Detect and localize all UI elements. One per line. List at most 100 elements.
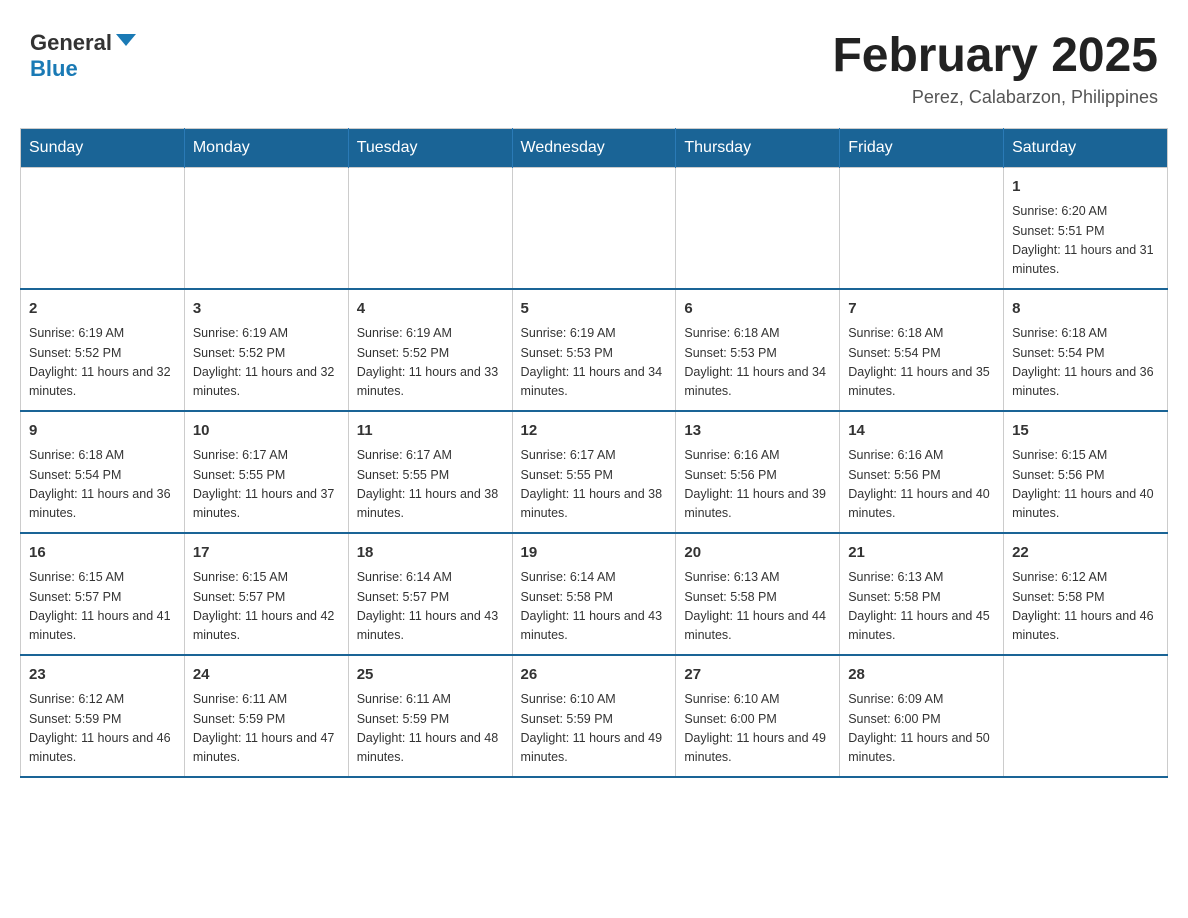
calendar-cell: 24 Sunrise: 6:11 AMSunset: 5:59 PMDayligh… bbox=[184, 655, 348, 777]
day-info: Sunrise: 6:14 AMSunset: 5:57 PMDaylight:… bbox=[357, 568, 504, 646]
day-number: 23 bbox=[29, 664, 176, 687]
day-number: 12 bbox=[521, 420, 668, 443]
day-number: 8 bbox=[1012, 298, 1159, 321]
calendar-cell: 1 Sunrise: 6:20 AMSunset: 5:51 PMDaylight… bbox=[1004, 167, 1168, 289]
day-number: 1 bbox=[1012, 176, 1159, 199]
week-row-5: 23Sunrise: 6:12 AMSunset: 5:59 PMDayligh… bbox=[21, 655, 1168, 777]
days-of-week-row: SundayMondayTuesdayWednesdayThursdayFrid… bbox=[21, 128, 1168, 167]
day-info: Sunrise: 6:20 AMSunset: 5:51 PMDaylight:… bbox=[1012, 202, 1159, 280]
day-number: 21 bbox=[848, 542, 995, 565]
day-header-thursday: Thursday bbox=[676, 128, 840, 167]
day-number: 24 bbox=[193, 664, 340, 687]
day-number: 6 bbox=[684, 298, 831, 321]
day-info: Sunrise: 6:13 AMSunset: 5:58 PMDaylight:… bbox=[684, 568, 831, 646]
calendar-cell: 14 Sunrise: 6:16 AMSunset: 5:56 PMDayligh… bbox=[840, 411, 1004, 533]
calendar-cell: 20 Sunrise: 6:13 AMSunset: 5:58 PMDayligh… bbox=[676, 533, 840, 655]
day-number: 19 bbox=[521, 542, 668, 565]
calendar-cell: 25 Sunrise: 6:11 AMSunset: 5:59 PMDayligh… bbox=[348, 655, 512, 777]
day-info: Sunrise: 6:11 AMSunset: 5:59 PMDaylight:… bbox=[193, 690, 340, 768]
calendar-cell: 15 Sunrise: 6:15 AMSunset: 5:56 PMDayligh… bbox=[1004, 411, 1168, 533]
week-row-3: 9 Sunrise: 6:18 AMSunset: 5:54 PMDaylight… bbox=[21, 411, 1168, 533]
day-info: Sunrise: 6:14 AMSunset: 5:58 PMDaylight:… bbox=[521, 568, 668, 646]
day-number: 26 bbox=[521, 664, 668, 687]
day-number: 28 bbox=[848, 664, 995, 687]
calendar-cell: 10 Sunrise: 6:17 AMSunset: 5:55 PMDayligh… bbox=[184, 411, 348, 533]
day-number: 14 bbox=[848, 420, 995, 443]
calendar-cell bbox=[184, 167, 348, 289]
day-info: Sunrise: 6:10 AMSunset: 6:00 PMDaylight:… bbox=[684, 690, 831, 768]
day-number: 25 bbox=[357, 664, 504, 687]
calendar-cell bbox=[840, 167, 1004, 289]
day-number: 17 bbox=[193, 542, 340, 565]
day-info: Sunrise: 6:10 AMSunset: 5:59 PMDaylight:… bbox=[521, 690, 668, 768]
day-number: 4 bbox=[357, 298, 504, 321]
day-number: 20 bbox=[684, 542, 831, 565]
day-info: Sunrise: 6:18 AMSunset: 5:53 PMDaylight:… bbox=[684, 324, 831, 402]
calendar-header: SundayMondayTuesdayWednesdayThursdayFrid… bbox=[21, 128, 1168, 167]
calendar-cell: 19 Sunrise: 6:14 AMSunset: 5:58 PMDayligh… bbox=[512, 533, 676, 655]
calendar-cell: 22 Sunrise: 6:12 AMSunset: 5:58 PMDayligh… bbox=[1004, 533, 1168, 655]
day-info: Sunrise: 6:17 AMSunset: 5:55 PMDaylight:… bbox=[193, 446, 340, 524]
calendar-cell: 6 Sunrise: 6:18 AMSunset: 5:53 PMDaylight… bbox=[676, 289, 840, 411]
logo-general-text: General bbox=[30, 30, 112, 56]
day-info: Sunrise: 6:17 AMSunset: 5:55 PMDaylight:… bbox=[521, 446, 668, 524]
calendar-cell bbox=[1004, 655, 1168, 777]
day-header-friday: Friday bbox=[840, 128, 1004, 167]
day-number: 15 bbox=[1012, 420, 1159, 443]
logo-arrow-icon bbox=[116, 34, 136, 46]
calendar-cell: 11 Sunrise: 6:17 AMSunset: 5:55 PMDayligh… bbox=[348, 411, 512, 533]
calendar-cell: 4 Sunrise: 6:19 AMSunset: 5:52 PMDaylight… bbox=[348, 289, 512, 411]
day-header-tuesday: Tuesday bbox=[348, 128, 512, 167]
calendar-cell: 9 Sunrise: 6:18 AMSunset: 5:54 PMDaylight… bbox=[21, 411, 185, 533]
calendar-cell: 27 Sunrise: 6:10 AMSunset: 6:00 PMDayligh… bbox=[676, 655, 840, 777]
calendar-cell: 23Sunrise: 6:12 AMSunset: 5:59 PMDayligh… bbox=[21, 655, 185, 777]
logo: General Blue bbox=[30, 30, 136, 82]
calendar-cell: 12 Sunrise: 6:17 AMSunset: 5:55 PMDayligh… bbox=[512, 411, 676, 533]
day-number: 11 bbox=[357, 420, 504, 443]
calendar-cell: 13 Sunrise: 6:16 AMSunset: 5:56 PMDayligh… bbox=[676, 411, 840, 533]
calendar-cell bbox=[348, 167, 512, 289]
day-number: 10 bbox=[193, 420, 340, 443]
title-section: February 2025 Perez, Calabarzon, Philipp… bbox=[832, 30, 1158, 108]
location-text: Perez, Calabarzon, Philippines bbox=[832, 87, 1158, 108]
calendar-cell: 8 Sunrise: 6:18 AMSunset: 5:54 PMDaylight… bbox=[1004, 289, 1168, 411]
day-info: Sunrise: 6:18 AMSunset: 5:54 PMDaylight:… bbox=[848, 324, 995, 402]
day-info: Sunrise: 6:16 AMSunset: 5:56 PMDaylight:… bbox=[848, 446, 995, 524]
calendar-cell: 26 Sunrise: 6:10 AMSunset: 5:59 PMDayligh… bbox=[512, 655, 676, 777]
day-number: 7 bbox=[848, 298, 995, 321]
day-number: 9 bbox=[29, 420, 176, 443]
day-info: Sunrise: 6:19 AMSunset: 5:52 PMDaylight:… bbox=[357, 324, 504, 402]
week-row-2: 2Sunrise: 6:19 AMSunset: 5:52 PMDaylight… bbox=[21, 289, 1168, 411]
day-info: Sunrise: 6:18 AMSunset: 5:54 PMDaylight:… bbox=[29, 446, 176, 524]
logo-blue-text: Blue bbox=[30, 56, 78, 82]
week-row-1: 1 Sunrise: 6:20 AMSunset: 5:51 PMDaylight… bbox=[21, 167, 1168, 289]
calendar-cell: 16 Sunrise: 6:15 AMSunset: 5:57 PMDayligh… bbox=[21, 533, 185, 655]
day-info: Sunrise: 6:17 AMSunset: 5:55 PMDaylight:… bbox=[357, 446, 504, 524]
day-info: Sunrise: 6:11 AMSunset: 5:59 PMDaylight:… bbox=[357, 690, 504, 768]
calendar-table: SundayMondayTuesdayWednesdayThursdayFrid… bbox=[20, 128, 1168, 778]
day-number: 16 bbox=[29, 542, 176, 565]
calendar-cell: 21Sunrise: 6:13 AMSunset: 5:58 PMDayligh… bbox=[840, 533, 1004, 655]
day-info: Sunrise: 6:12 AMSunset: 5:58 PMDaylight:… bbox=[1012, 568, 1159, 646]
day-info: Sunrise: 6:15 AMSunset: 5:57 PMDaylight:… bbox=[29, 568, 176, 646]
day-info: Sunrise: 6:19 AMSunset: 5:52 PMDaylight:… bbox=[29, 324, 176, 402]
day-number: 18 bbox=[357, 542, 504, 565]
day-number: 3 bbox=[193, 298, 340, 321]
day-number: 22 bbox=[1012, 542, 1159, 565]
day-number: 27 bbox=[684, 664, 831, 687]
calendar-cell: 7 Sunrise: 6:18 AMSunset: 5:54 PMDaylight… bbox=[840, 289, 1004, 411]
day-info: Sunrise: 6:18 AMSunset: 5:54 PMDaylight:… bbox=[1012, 324, 1159, 402]
calendar-cell: 2Sunrise: 6:19 AMSunset: 5:52 PMDaylight… bbox=[21, 289, 185, 411]
day-header-monday: Monday bbox=[184, 128, 348, 167]
day-header-wednesday: Wednesday bbox=[512, 128, 676, 167]
calendar-cell bbox=[512, 167, 676, 289]
day-number: 13 bbox=[684, 420, 831, 443]
day-header-saturday: Saturday bbox=[1004, 128, 1168, 167]
day-info: Sunrise: 6:09 AMSunset: 6:00 PMDaylight:… bbox=[848, 690, 995, 768]
calendar-cell: 18 Sunrise: 6:14 AMSunset: 5:57 PMDayligh… bbox=[348, 533, 512, 655]
day-info: Sunrise: 6:16 AMSunset: 5:56 PMDaylight:… bbox=[684, 446, 831, 524]
calendar-cell: 5Sunrise: 6:19 AMSunset: 5:53 PMDaylight… bbox=[512, 289, 676, 411]
calendar-cell bbox=[676, 167, 840, 289]
month-title: February 2025 bbox=[832, 30, 1158, 83]
day-info: Sunrise: 6:15 AMSunset: 5:56 PMDaylight:… bbox=[1012, 446, 1159, 524]
